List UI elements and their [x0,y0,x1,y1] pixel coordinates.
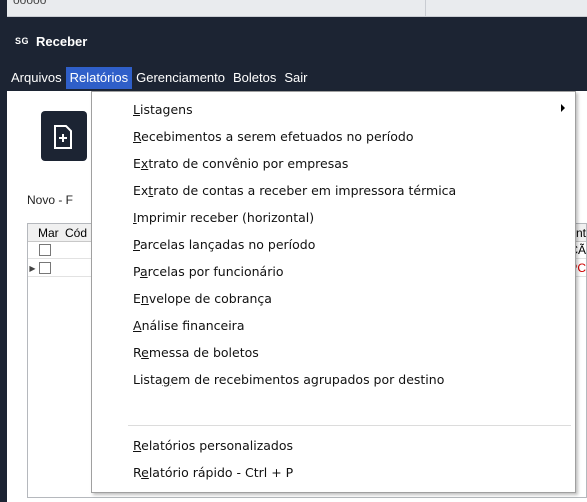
submenu-arrow-icon [561,104,565,112]
menu-item-extrato-termica[interactable]: Extrato de contas a receber em impressor… [133,181,456,201]
menu-bar: Arquivos Relatórios Gerenciamento Boleto… [7,65,587,91]
menu-item-listagens[interactable]: Listagens [133,100,193,120]
background-window-strip: ooooo [7,0,587,17]
menu-relatorios[interactable]: Relatórios [65,67,133,89]
menu-item-remessa-boletos[interactable]: Remessa de boletos [133,343,259,363]
menu-boletos[interactable]: Boletos [229,67,280,89]
menu-item-parcelas-lancadas[interactable]: Parcelas lançadas no período [133,235,315,255]
new-button[interactable] [41,111,87,161]
menu-separator [128,425,571,426]
menu-item-analise-financeira[interactable]: Análise financeira [133,316,244,336]
menu-item-relatorio-rapido[interactable]: Relatório rápido - Ctrl + P [133,463,293,483]
title-bar: SG Receber [7,17,587,65]
menu-item-envelope-cobranca[interactable]: Envelope de cobrança [133,289,272,309]
new-button-label: Novo - F [27,193,74,207]
current-row-indicator-icon: ▶ [29,264,36,273]
column-header-cut[interactable]: nt [576,226,586,240]
menu-arquivos[interactable]: Arquivos [7,67,66,89]
new-document-icon [54,125,72,149]
menu-sair[interactable]: Sair [280,67,311,89]
column-header-cod[interactable]: Cód [65,226,87,240]
menu-item-parcelas-funcionario[interactable]: Parcelas por funcionário [133,262,283,282]
menu-item-listagem-agrupados[interactable]: Listagem de recebimentos agrupados por d… [133,370,444,390]
row-checkbox[interactable] [39,244,51,256]
relatorios-dropdown-menu: Listagens Recebimentos a serem efetuados… [91,91,576,493]
row-checkbox[interactable] [39,262,51,274]
menu-gerenciamento[interactable]: Gerenciamento [132,67,229,89]
column-header-mar[interactable]: Mar [38,226,59,240]
menu-item-imprimir-receber[interactable]: Imprimir receber (horizontal) [133,208,314,228]
window-left-border [0,0,7,502]
menu-item-relatorios-personalizados[interactable]: Relatórios personalizados [133,436,293,456]
menu-item-extrato-convenio[interactable]: Extrato de convênio por empresas [133,154,348,174]
background-window-text: ooooo [13,0,47,7]
app-logo: SG [15,36,30,46]
menu-item-recebimentos-periodo[interactable]: Recebimentos a serem efetuados no períod… [133,127,414,147]
window-title: Receber [36,33,88,49]
background-divider [425,0,426,16]
